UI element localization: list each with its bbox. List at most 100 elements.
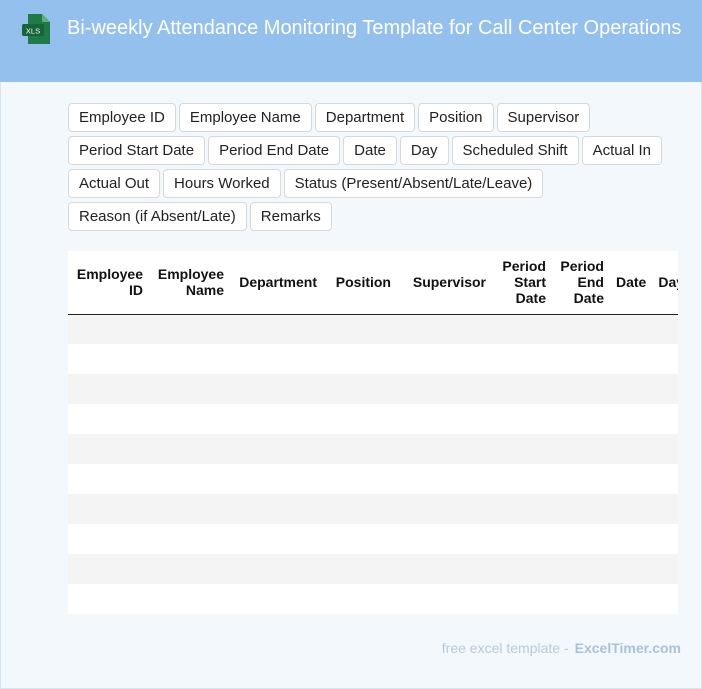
table-cell[interactable] — [149, 344, 230, 374]
table-cell[interactable] — [397, 464, 492, 494]
table-cell[interactable] — [552, 494, 610, 524]
table-cell[interactable] — [149, 584, 230, 614]
table-cell[interactable] — [610, 554, 653, 584]
field-tag[interactable]: Period End Date — [208, 136, 341, 165]
table-cell[interactable] — [68, 524, 149, 554]
field-tag[interactable]: Remarks — [249, 202, 332, 231]
table-cell[interactable] — [149, 374, 230, 404]
table-cell[interactable] — [652, 374, 678, 404]
table-cell[interactable] — [149, 524, 230, 554]
table-cell[interactable] — [652, 584, 678, 614]
field-tag[interactable]: Hours Worked — [163, 169, 281, 198]
table-cell[interactable] — [68, 494, 149, 524]
table-cell[interactable] — [230, 344, 323, 374]
table-cell[interactable] — [68, 374, 149, 404]
field-tag[interactable]: Position — [418, 103, 494, 132]
field-tag[interactable]: Employee ID — [68, 103, 176, 132]
table-cell[interactable] — [230, 464, 323, 494]
table-cell[interactable] — [68, 554, 149, 584]
table-cell[interactable] — [149, 494, 230, 524]
table-cell[interactable] — [610, 584, 653, 614]
table-cell[interactable] — [397, 554, 492, 584]
table-cell[interactable] — [397, 404, 492, 434]
table-cell[interactable] — [552, 464, 610, 494]
table-cell[interactable] — [552, 374, 610, 404]
table-cell[interactable] — [492, 314, 552, 344]
table-cell[interactable] — [610, 374, 653, 404]
table-cell[interactable] — [68, 464, 149, 494]
table-cell[interactable] — [610, 404, 653, 434]
table-cell[interactable] — [230, 374, 323, 404]
table-cell[interactable] — [610, 464, 653, 494]
table-cell[interactable] — [149, 314, 230, 344]
table-cell[interactable] — [323, 374, 397, 404]
table-cell[interactable] — [610, 494, 653, 524]
field-tag[interactable]: Supervisor — [496, 103, 591, 132]
table-cell[interactable] — [552, 404, 610, 434]
table-cell[interactable] — [323, 404, 397, 434]
table-cell[interactable] — [552, 314, 610, 344]
table-cell[interactable] — [552, 524, 610, 554]
table-cell[interactable] — [68, 434, 149, 464]
table-cell[interactable] — [492, 464, 552, 494]
table-cell[interactable] — [552, 344, 610, 374]
table-cell[interactable] — [652, 314, 678, 344]
field-tag[interactable]: Period Start Date — [68, 136, 206, 165]
table-cell[interactable] — [492, 374, 552, 404]
table-cell[interactable] — [492, 554, 552, 584]
table-cell[interactable] — [397, 374, 492, 404]
table-cell[interactable] — [68, 584, 149, 614]
table-cell[interactable] — [68, 344, 149, 374]
field-tag[interactable]: Actual Out — [68, 169, 161, 198]
table-cell[interactable] — [552, 434, 610, 464]
table-cell[interactable] — [323, 464, 397, 494]
table-cell[interactable] — [652, 464, 678, 494]
table-cell[interactable] — [230, 524, 323, 554]
table-cell[interactable] — [610, 524, 653, 554]
table-cell[interactable] — [230, 554, 323, 584]
table-cell[interactable] — [323, 584, 397, 614]
field-tag[interactable]: Scheduled Shift — [451, 136, 579, 165]
table-cell[interactable] — [149, 554, 230, 584]
field-tag[interactable]: Department — [314, 103, 416, 132]
table-cell[interactable] — [149, 404, 230, 434]
table-cell[interactable] — [492, 344, 552, 374]
table-cell[interactable] — [397, 494, 492, 524]
table-cell[interactable] — [397, 584, 492, 614]
table-cell[interactable] — [230, 494, 323, 524]
table-cell[interactable] — [323, 554, 397, 584]
field-tag[interactable]: Status (Present/Absent/Late/Leave) — [283, 169, 544, 198]
field-tag[interactable]: Actual In — [581, 136, 662, 165]
table-cell[interactable] — [552, 584, 610, 614]
table-cell[interactable] — [397, 314, 492, 344]
table-cell[interactable] — [149, 434, 230, 464]
table-cell[interactable] — [68, 404, 149, 434]
table-cell[interactable] — [492, 494, 552, 524]
table-cell[interactable] — [230, 404, 323, 434]
table-cell[interactable] — [397, 524, 492, 554]
table-cell[interactable] — [610, 434, 653, 464]
field-tag[interactable]: Day — [399, 136, 449, 165]
table-cell[interactable] — [397, 344, 492, 374]
table-cell[interactable] — [323, 524, 397, 554]
table-cell[interactable] — [610, 344, 653, 374]
field-tag[interactable]: Date — [343, 136, 397, 165]
table-cell[interactable] — [652, 524, 678, 554]
table-cell[interactable] — [652, 554, 678, 584]
field-tag[interactable]: Reason (if Absent/Late) — [68, 202, 247, 231]
table-cell[interactable] — [323, 344, 397, 374]
table-cell[interactable] — [323, 494, 397, 524]
table-cell[interactable] — [68, 314, 149, 344]
footer-brand-link[interactable]: ExcelTimer.com — [575, 640, 681, 656]
field-tag[interactable]: Employee Name — [178, 103, 312, 132]
table-cell[interactable] — [652, 404, 678, 434]
table-cell[interactable] — [492, 524, 552, 554]
table-cell[interactable] — [230, 434, 323, 464]
table-cell[interactable] — [610, 314, 653, 344]
table-cell[interactable] — [552, 554, 610, 584]
table-cell[interactable] — [492, 434, 552, 464]
table-cell[interactable] — [230, 584, 323, 614]
table-cell[interactable] — [492, 404, 552, 434]
table-cell[interactable] — [397, 434, 492, 464]
table-cell[interactable] — [652, 494, 678, 524]
